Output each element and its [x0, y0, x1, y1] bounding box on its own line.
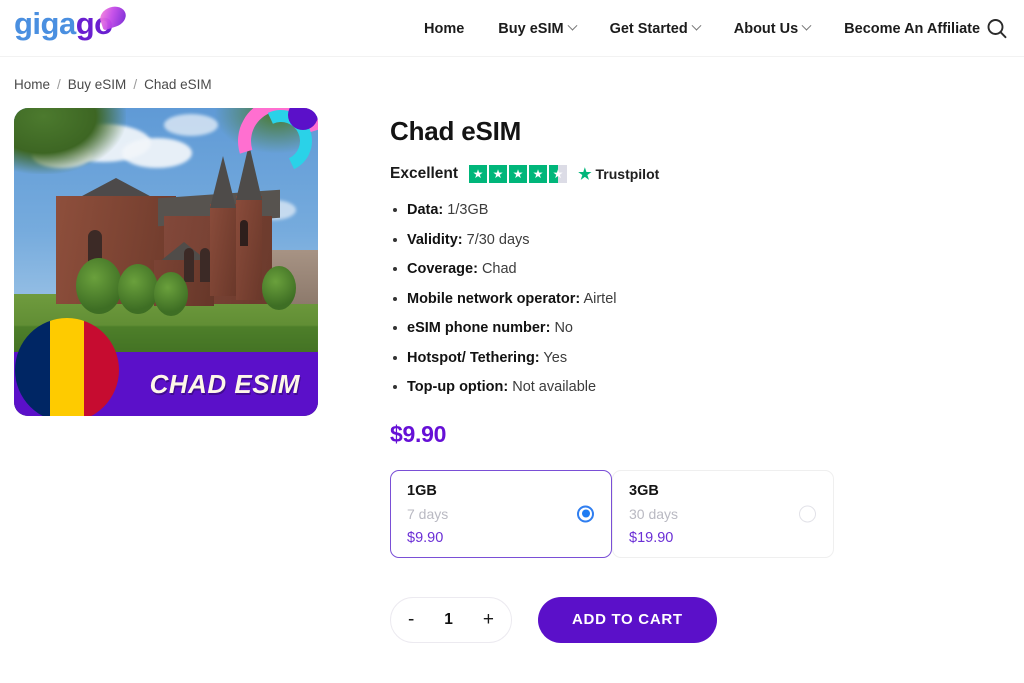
main-navigation: Home Buy eSIM Get Started About Us Becom… [424, 0, 997, 57]
plan-radio[interactable] [799, 505, 816, 522]
church-spire [210, 156, 236, 208]
product-details: Chad eSIM Excellent ★ ★ ★ ★ ★ ★ Trustpil… [318, 108, 1024, 643]
spec-value: Chad [481, 261, 517, 277]
nav-label: About Us [733, 20, 799, 37]
quantity-increment-button[interactable]: + [483, 610, 494, 629]
star-icon: ★ [469, 165, 488, 183]
quantity-value[interactable]: 1 [444, 611, 453, 629]
star-icon: ★ [509, 165, 528, 183]
spec-key: eSIM phone number: [407, 320, 551, 336]
spec-value: Yes [543, 349, 568, 366]
plan-size: 1GB [407, 482, 437, 499]
spec-item-topup: Top-up option: Not available [390, 380, 1024, 395]
spec-item-operator: Mobile network operator: Airtel [390, 290, 1024, 307]
plan-price: $19.90 [629, 530, 674, 546]
cloud-shape [122, 138, 192, 168]
spec-value: Airtel [583, 290, 617, 307]
brand-logo[interactable]: giga go [14, 3, 129, 48]
tree-shape [262, 266, 296, 310]
plan-radio-selected[interactable] [577, 505, 594, 522]
spec-key: Mobile network operator: [407, 290, 581, 307]
trustpilot-label: Trustpilot [595, 166, 660, 182]
product-image-banner-text: CHAD ESIM [149, 368, 300, 399]
nav-item-about-us[interactable]: About Us [717, 0, 827, 57]
rating-stars: ★ ★ ★ ★ ★ [469, 165, 568, 183]
chad-flag-icon [15, 318, 119, 416]
nav-label: Get Started [609, 20, 688, 37]
tree-shape [154, 272, 188, 316]
church-window [240, 220, 248, 246]
chevron-down-icon [801, 20, 812, 31]
spec-key: Coverage: [407, 261, 478, 277]
product-price: $9.90 [390, 420, 447, 447]
church-tower [236, 196, 262, 300]
spec-value: 7/30 days [466, 231, 530, 248]
spec-key: Top-up option: [407, 379, 509, 395]
trustpilot-rating: Excellent ★ ★ ★ ★ ★ ★ Trustpilot [390, 165, 1024, 183]
spec-item-phone-number: eSIM phone number: No [390, 321, 1024, 336]
plan-duration: 30 days [629, 506, 679, 522]
star-icon: ★ [529, 165, 548, 183]
spec-key: Validity: [407, 231, 463, 248]
nav-label: Buy eSIM [498, 20, 564, 37]
site-header: giga go Home Buy eSIM Get Started About … [0, 0, 1024, 57]
cart-actions: - 1 + ADD TO CART [390, 596, 1024, 643]
breadcrumb-item-current: Chad eSIM [144, 77, 212, 92]
spec-item-hotspot: Hotspot/ Tethering: Yes [390, 349, 1024, 366]
star-half-icon: ★ [549, 165, 568, 183]
breadcrumb-separator: / [57, 77, 61, 92]
breadcrumb-separator: / [133, 77, 138, 92]
plan-option-3gb[interactable]: 3GB 30 days $19.90 [612, 469, 834, 558]
trustpilot-brand[interactable]: ★ Trustpilot [578, 166, 659, 182]
quantity-stepper: - 1 + [390, 596, 512, 643]
plan-options: 1GB 7 days $9.90 3GB 30 days $19.90 [390, 469, 1024, 558]
breadcrumb-item-home[interactable]: Home [14, 77, 50, 92]
nav-item-buy-esim[interactable]: Buy eSIM [481, 0, 592, 57]
nav-item-get-started[interactable]: Get Started [593, 0, 717, 57]
spec-item-data: Data: 1/3GB [390, 203, 1024, 218]
plan-size: 3GB [629, 482, 659, 499]
product-section: CHAD ESIM Chad eSIM Excellent ★ ★ ★ ★ ★ … [0, 108, 1024, 643]
plan-price: $9.90 [407, 530, 444, 546]
product-spec-list: Data: 1/3GB Validity: 7/30 days Coverage… [390, 203, 1024, 395]
add-to-cart-button[interactable]: ADD TO CART [538, 596, 717, 643]
plan-duration: 7 days [407, 506, 449, 522]
product-image[interactable]: CHAD ESIM [14, 108, 318, 416]
chevron-down-icon [691, 20, 702, 31]
cloud-shape [164, 114, 218, 136]
rating-word: Excellent [390, 165, 459, 182]
product-gallery: CHAD ESIM [14, 108, 318, 643]
chevron-down-icon [567, 20, 578, 31]
breadcrumb-item-buy-esim[interactable]: Buy eSIM [68, 77, 127, 92]
plan-option-1gb[interactable]: 1GB 7 days $9.90 [390, 469, 612, 558]
swoosh-decoration-icon [222, 108, 318, 200]
trustpilot-star-icon: ★ [578, 165, 592, 183]
nav-item-become-an-affiliate[interactable]: Become An Affiliate [827, 0, 997, 57]
spec-item-coverage: Coverage: Chad [390, 262, 1024, 277]
nav-label: Home [424, 20, 465, 37]
church-window [184, 248, 194, 282]
spec-item-validity: Validity: 7/30 days [390, 231, 1024, 248]
star-icon: ★ [489, 165, 508, 183]
spec-value: Not available [512, 379, 597, 395]
spec-value: 1/3GB [447, 202, 489, 218]
nav-label: Become An Affiliate [844, 20, 981, 37]
quantity-decrement-button[interactable]: - [408, 610, 414, 629]
spec-key: Hotspot/ Tethering: [407, 349, 540, 366]
logo-text-giga: giga [14, 6, 76, 41]
spec-key: Data: [407, 202, 444, 218]
church-window [200, 248, 210, 282]
spec-value: No [554, 320, 573, 336]
church-tower [210, 204, 236, 296]
tree-shape [76, 258, 122, 314]
page-title: Chad eSIM [390, 116, 522, 146]
search-icon[interactable] [984, 16, 1010, 42]
tree-shape [118, 264, 158, 314]
breadcrumb: Home / Buy eSIM / Chad eSIM [14, 77, 1024, 92]
nav-item-home[interactable]: Home [424, 0, 481, 57]
